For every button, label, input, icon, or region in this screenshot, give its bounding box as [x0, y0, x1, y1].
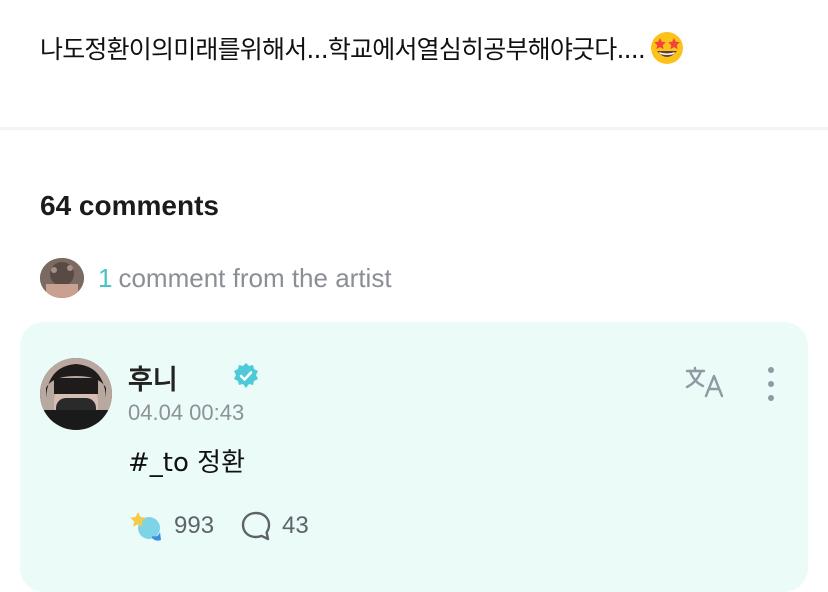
artist-comment-count: 1 [98, 262, 113, 293]
comment-text: #_to 정환 [128, 448, 245, 478]
artist-comment-label: 1 comment from the artist [98, 263, 392, 294]
comment-icon[interactable] [240, 510, 272, 542]
post-body: 나도정환이의미래를위해서...학교에서열심히공부해야긋다.... [40, 35, 646, 64]
verified-badge-icon [234, 363, 258, 388]
artist-comments-filter[interactable]: 1 comment from the artist [40, 258, 392, 298]
comment-timestamp: 04.04 00:43 [128, 400, 245, 425]
like-count: 993 [174, 512, 215, 539]
translate-icon[interactable] [684, 364, 726, 400]
comment-author[interactable]: 후니 [128, 358, 178, 397]
artist-avatar [40, 258, 84, 298]
post-text: 나도정환이의미래를위해서...학교에서열심히공부해야긋다.... [40, 30, 798, 66]
section-divider [0, 127, 828, 130]
comment-stats: 993 43 [128, 508, 309, 544]
artist-comment-card: 후니 04.04 00:43 #_to 정환 993 43 [20, 322, 808, 592]
like-icon[interactable] [128, 508, 166, 544]
avatar[interactable] [40, 358, 112, 430]
more-vertical-icon[interactable] [764, 364, 778, 404]
comments-count: 64 comments [40, 190, 219, 221]
reply-count: 43 [282, 512, 309, 539]
star-struck-emoji [649, 30, 685, 66]
artist-comment-text: comment from the artist [118, 262, 392, 293]
